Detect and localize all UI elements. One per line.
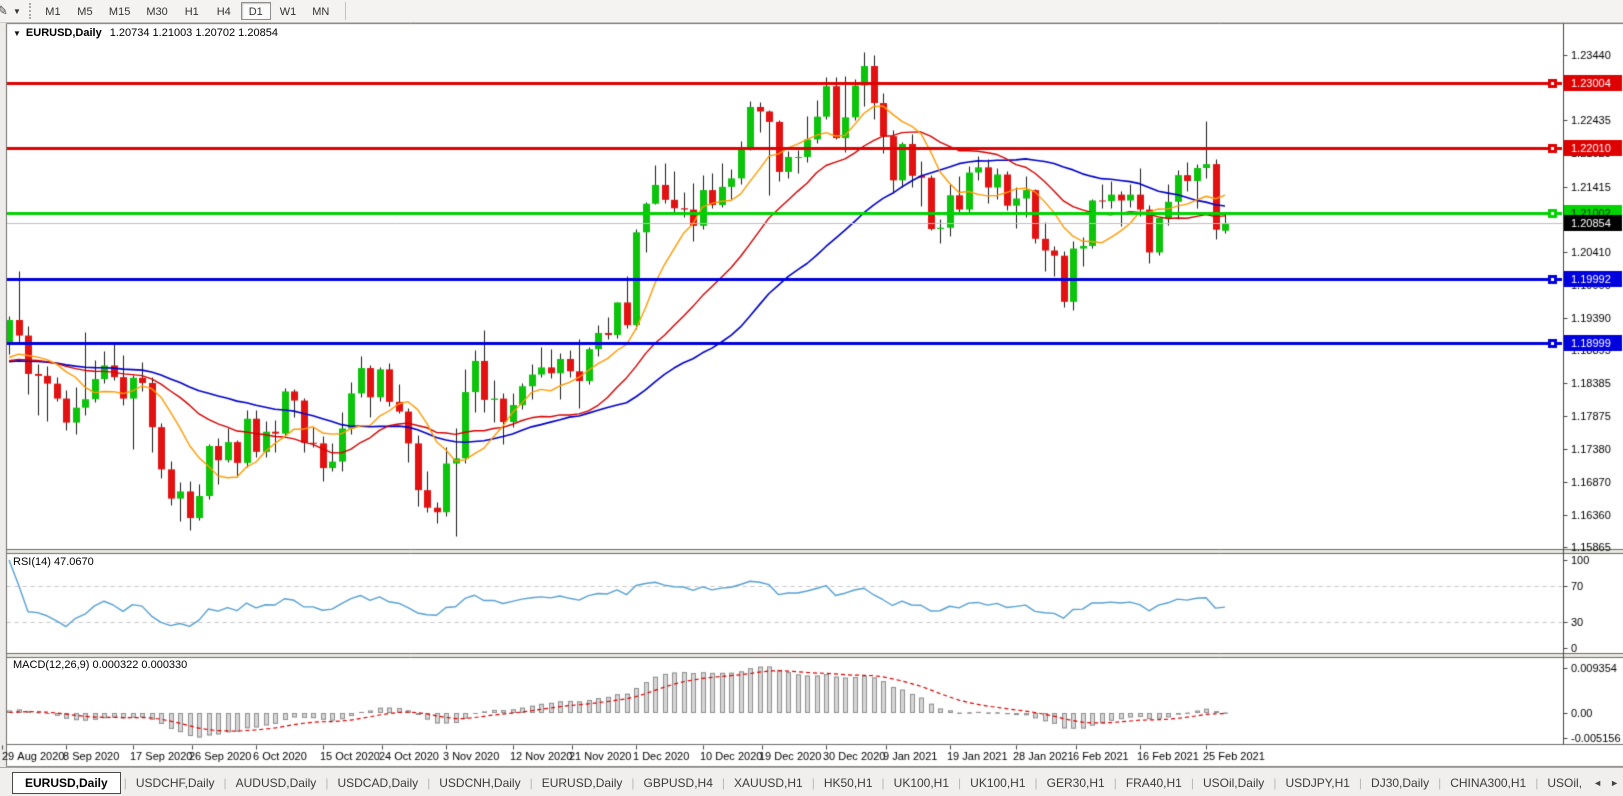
timeframe-button-h4[interactable]: H4 — [209, 2, 239, 20]
timeframe-button-w1[interactable]: W1 — [273, 2, 304, 20]
chart-tab-audusd-daily[interactable]: AUDUSD,Daily — [227, 772, 326, 794]
timeframe-button-h1[interactable]: H1 — [177, 2, 207, 20]
chart-tab-uk100-h1[interactable]: UK100,H1 — [885, 772, 958, 794]
chart-tab-eurusd-daily[interactable]: EURUSD,Daily — [533, 772, 632, 794]
toolbar-grip[interactable] — [28, 3, 31, 19]
chevron-down-icon[interactable]: ▼ — [13, 7, 21, 16]
drawing-tool-icon[interactable]: ✎ — [0, 3, 11, 19]
timeframe-button-d1[interactable]: D1 — [240, 2, 271, 20]
chart-menu-icon[interactable]: ▼ — [13, 29, 21, 38]
tab-scroll-right-icon[interactable]: ► — [1610, 778, 1619, 788]
trading-platform-window: ✎ ▼ M1 M5 M15 M30 H1 H4 D1 W1 MN ▼ EURUSD,Daily 1.… — [0, 0, 1623, 796]
chart-symbol-period: EURUSD,Daily — [25, 27, 102, 39]
chart-canvas[interactable] — [0, 22, 1623, 767]
chart-tab-usdcnh-daily[interactable]: USDCNH,Daily — [430, 772, 529, 794]
chart-tab-xauusd-h1[interactable]: XAUUSD,H1 — [725, 772, 812, 794]
chart-tab-dj30-daily[interactable]: DJ30,Daily — [1362, 772, 1438, 794]
chart-tab-eurusd-daily[interactable]: EURUSD,Daily — [12, 771, 121, 794]
chart-ohlc-values: 1.20734 1.21003 1.20702 1.20854 — [109, 27, 278, 39]
toolbar-separator — [345, 2, 347, 20]
timeframe-buttons: M1 M5 M15 M30 H1 H4 D1 W1 MN — [37, 2, 337, 20]
timeframe-button-m15[interactable]: M15 — [102, 2, 137, 20]
chart-tab-bar: EURUSD,Daily | USDCHF,Daily | AUDUSD,Daily | U… — [0, 767, 1623, 796]
timeframe-toolbar: ✎ ▼ M1 M5 M15 M30 H1 H4 D1 W1 MN — [0, 0, 1623, 23]
chart-tabs: EURUSD,Daily | USDCHF,Daily | AUDUSD,Daily | U… — [0, 771, 1591, 794]
chart-tab-hk50-h1[interactable]: HK50,H1 — [815, 772, 882, 794]
chart-tab-usoil-[interactable]: USOil, — [1538, 772, 1591, 794]
chart-tab-usdchf-daily[interactable]: USDCHF,Daily — [127, 772, 224, 794]
chart-tab-usdjpy-h1[interactable]: USDJPY,H1 — [1276, 772, 1358, 794]
chart-tab-ger30-h1[interactable]: GER30,H1 — [1038, 772, 1114, 794]
chart-tab-usoil-daily[interactable]: USOil,Daily — [1194, 772, 1273, 794]
chart-tab-fra40-h1[interactable]: FRA40,H1 — [1117, 772, 1191, 794]
chart-tab-usdcad-daily[interactable]: USDCAD,Daily — [328, 772, 427, 794]
timeframe-button-mn[interactable]: MN — [305, 2, 336, 20]
chart-tab-gbpusd-h4[interactable]: GBPUSD,H4 — [635, 772, 722, 794]
timeframe-button-m1[interactable]: M1 — [38, 2, 68, 20]
tab-scroll-left-icon[interactable]: ◄ — [1593, 778, 1602, 788]
chart-title: ▼ EURUSD,Daily 1.20734 1.21003 1.20702 1.2… — [13, 27, 278, 39]
chart-tab-uk100-h1[interactable]: UK100,H1 — [961, 772, 1034, 794]
timeframe-button-m30[interactable]: M30 — [139, 2, 174, 20]
timeframe-button-m5[interactable]: M5 — [70, 2, 100, 20]
tab-scroll-controls: ◄ ► — [1589, 768, 1623, 796]
chart-tab-china300-h1[interactable]: CHINA300,H1 — [1441, 772, 1535, 794]
